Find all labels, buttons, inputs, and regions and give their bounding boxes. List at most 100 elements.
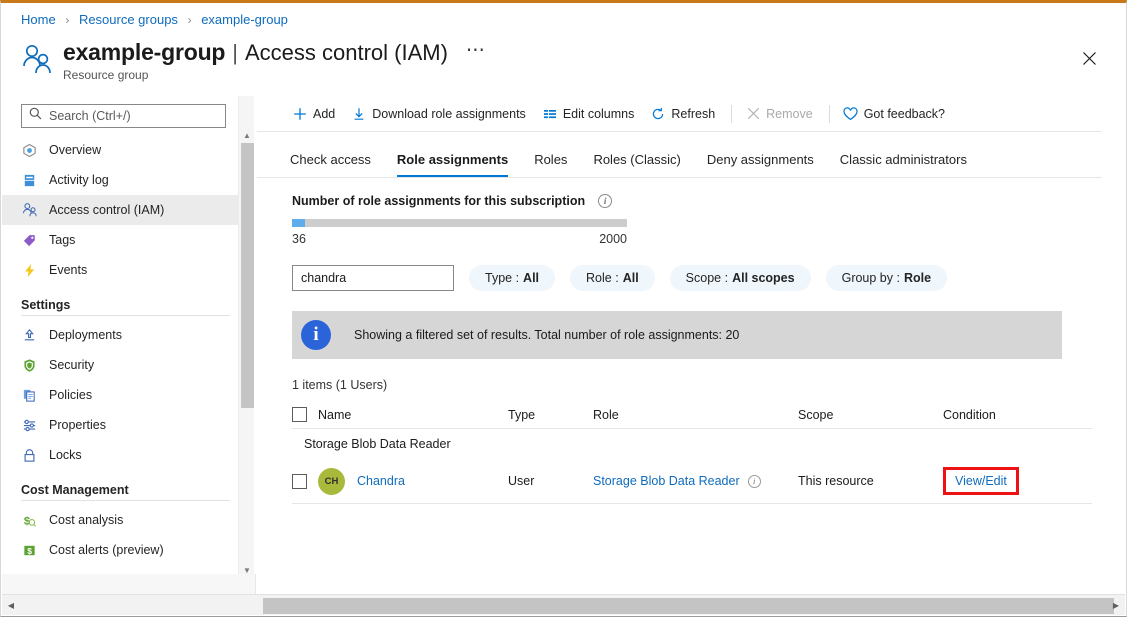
policies-icon <box>21 387 38 404</box>
filter-type-label: Type : <box>485 271 520 285</box>
security-icon <box>21 357 38 374</box>
role-info-icon[interactable]: i <box>747 474 761 488</box>
sidebar-nav-list: Overview Activity log Access control (IA… <box>2 135 254 565</box>
view-edit-highlight-box[interactable]: View/Edit <box>943 467 1019 495</box>
info-banner-text: Showing a filtered set of results. Total… <box>354 328 740 342</box>
sidebar-group-divider <box>21 500 230 501</box>
horizontal-scrollbar[interactable]: ◀ ▶ <box>2 574 1125 615</box>
properties-icon <box>21 417 38 434</box>
refresh-icon <box>650 106 666 122</box>
breadcrumb-separator-icon: › <box>187 13 192 27</box>
edit-columns-label: Edit columns <box>562 106 635 121</box>
sidebar-item-cost-alerts[interactable]: $ Cost alerts (preview) <box>2 535 254 565</box>
scroll-up-icon[interactable]: ▲ <box>239 127 255 143</box>
scroll-right-icon[interactable]: ▶ <box>1109 595 1123 615</box>
download-role-assignments-button[interactable]: Download role assignments <box>351 106 526 122</box>
sidebar-item-properties[interactable]: Properties <box>2 410 254 440</box>
filter-role-dropdown[interactable]: Role : All <box>570 265 655 291</box>
sidebar-scrollbar[interactable]: ▲ ▼ <box>238 96 254 596</box>
column-header-type[interactable]: Type <box>508 408 593 422</box>
tab-check-access[interactable]: Check access <box>290 152 371 177</box>
got-feedback-button[interactable]: Got feedback? <box>843 106 945 122</box>
role-assignment-progress-bar <box>292 219 627 227</box>
breadcrumb-separator-icon: › <box>65 13 70 27</box>
tab-deny-assignments[interactable]: Deny assignments <box>707 152 814 177</box>
sidebar-item-overview[interactable]: Overview <box>2 135 254 165</box>
breadcrumb: Home › Resource groups › example-group <box>21 12 288 27</box>
tab-role-assignments[interactable]: Role assignments <box>396 152 509 177</box>
toolbar-divider <box>731 104 733 123</box>
close-button[interactable] <box>1074 43 1104 73</box>
add-button[interactable]: Add <box>292 106 335 122</box>
horizontal-scrollbar-thumb[interactable] <box>263 598 1114 614</box>
column-header-scope[interactable]: Scope <box>798 408 943 422</box>
sidebar-search[interactable] <box>21 104 226 128</box>
filter-scope-dropdown[interactable]: Scope : All scopes <box>669 265 811 291</box>
table-group-header: Storage Blob Data Reader <box>304 437 451 451</box>
filter-type-value: All <box>523 271 540 285</box>
tab-roles-classic[interactable]: Roles (Classic) <box>593 152 680 177</box>
sidebar-item-label: Activity log <box>49 173 109 187</box>
sidebar-item-label: Properties <box>49 418 106 432</box>
filter-role-value: All <box>622 271 639 285</box>
got-feedback-label: Got feedback? <box>863 106 946 121</box>
cost-alerts-icon: $ <box>21 542 38 559</box>
sidebar-scrollbar-thumb[interactable] <box>241 143 254 408</box>
sidebar-item-access-control[interactable]: Access control (IAM) <box>2 195 254 225</box>
search-input[interactable] <box>47 108 207 124</box>
sidebar-item-locks[interactable]: Locks <box>2 440 254 470</box>
sidebar-item-label: Cost alerts (preview) <box>49 543 164 557</box>
sidebar-item-events[interactable]: Events <box>2 255 254 285</box>
tab-classic-administrators[interactable]: Classic administrators <box>840 152 967 177</box>
cost-analysis-icon: $ <box>21 512 38 529</box>
view-edit-link[interactable]: View/Edit <box>955 474 1007 488</box>
row-name-link[interactable]: Chandra <box>357 474 405 488</box>
select-all-checkbox[interactable] <box>292 407 307 422</box>
row-role-link[interactable]: Storage Blob Data Reader <box>593 474 740 488</box>
sidebar-item-policies[interactable]: Policies <box>2 380 254 410</box>
progress-labels: 36 2000 <box>292 232 627 246</box>
download-label: Download role assignments <box>372 106 526 121</box>
breadcrumb-item-home[interactable]: Home <box>21 12 56 27</box>
sidebar-item-cost-analysis[interactable]: $ Cost analysis <box>2 505 254 535</box>
filter-search-input[interactable] <box>292 265 454 291</box>
edit-columns-button[interactable]: Edit columns <box>542 106 635 122</box>
refresh-label: Refresh <box>671 106 716 121</box>
sidebar-item-tags[interactable]: Tags <box>2 225 254 255</box>
breadcrumb-item-resource-groups[interactable]: Resource groups <box>79 12 178 27</box>
column-header-role[interactable]: Role <box>593 408 798 422</box>
tab-bar: Check access Role assignments Roles Role… <box>257 140 1102 178</box>
filter-scope-value: All scopes <box>732 271 795 285</box>
column-header-name[interactable]: Name <box>318 408 508 422</box>
sidebar-item-security[interactable]: Security <box>2 350 254 380</box>
filter-type-dropdown[interactable]: Type : All <box>469 265 556 291</box>
title-divider: | <box>232 40 238 65</box>
more-options-icon[interactable]: ⋯ <box>466 39 486 62</box>
table-header-row: Name Type Role Scope Condition <box>292 401 1092 429</box>
table-row[interactable]: CH Chandra User Storage Blob Data Reader… <box>292 459 1092 504</box>
row-scope-cell: This resource <box>798 474 874 488</box>
scroll-left-icon[interactable]: ◀ <box>4 595 18 615</box>
info-icon[interactable]: i <box>598 194 613 208</box>
role-assignments-table: Name Type Role Scope Condition Storage B… <box>292 401 1092 504</box>
main-content: Add Download role assignments Edit colum… <box>257 96 1124 592</box>
sidebar-item-label: Deployments <box>49 328 122 342</box>
breadcrumb-item-example-group[interactable]: example-group <box>201 12 288 27</box>
row-checkbox[interactable] <box>292 473 307 489</box>
sidebar-item-activity-log[interactable]: Activity log <box>2 165 254 195</box>
resource-type-label: Resource group <box>63 68 149 82</box>
refresh-button[interactable]: Refresh <box>650 106 715 122</box>
sidebar: « Overview <box>2 96 254 596</box>
page-subtitle-title: Access control (IAM) <box>244 40 448 65</box>
sidebar-group-divider <box>21 315 230 316</box>
sidebar-item-label: Security <box>49 358 95 372</box>
sidebar-item-deployments[interactable]: Deployments <box>2 320 254 350</box>
remove-icon <box>745 106 761 122</box>
filter-group-by-dropdown[interactable]: Group by : Role <box>825 265 948 291</box>
column-header-condition[interactable]: Condition <box>943 408 1073 422</box>
page-title: example-group <box>63 39 226 65</box>
events-icon <box>21 262 38 279</box>
scrollbar-left-cap <box>2 574 256 594</box>
edit-columns-icon <box>542 106 558 122</box>
tab-roles[interactable]: Roles <box>534 152 567 177</box>
